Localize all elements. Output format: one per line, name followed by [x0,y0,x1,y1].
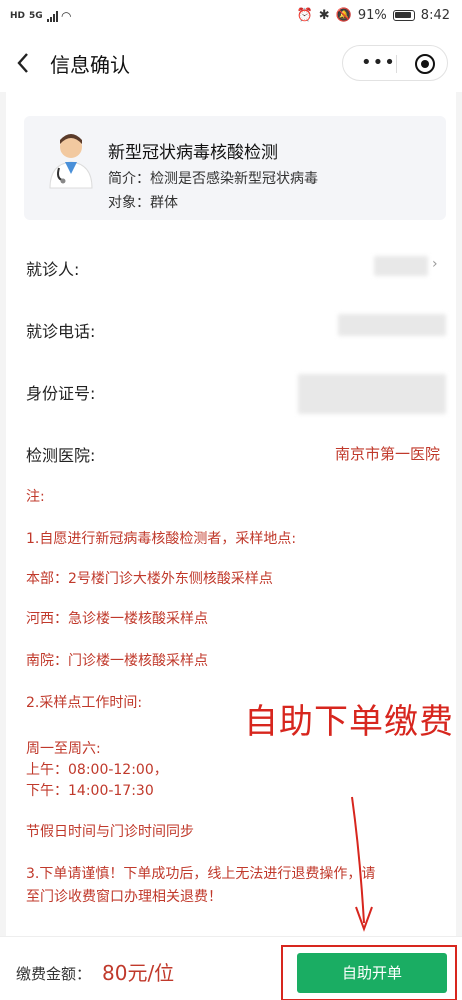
annotation-text: 自助下单缴费 [244,702,454,742]
wifi-icon: ◠ [61,9,71,23]
note-line: 1.自愿进行新冠病毒核酸检测者，采样地点: [26,531,297,547]
status-right: ⏰ ✱ 🔕 91% 8:42 [297,8,450,23]
test-target: 对象：群体 [108,195,178,211]
back-button[interactable] [16,52,34,74]
chevron-left-icon [17,53,28,73]
test-info-card: 新型冠状病毒核酸检测 简介：检测是否感染新型冠状病毒 对象：群体 [24,116,446,220]
battery-percent: 91% [357,8,387,23]
more-dots-icon[interactable]: ••• [361,54,396,72]
signal-icon [46,10,58,22]
fee-value: 80元/位 [102,961,175,985]
capsule-divider [396,55,397,73]
mute-icon: 🔕 [335,8,352,23]
phone-value-redacted [338,314,446,336]
network-indicators: HD 5G ◠ [10,9,71,23]
test-name: 新型冠状病毒核酸检测 [108,143,278,163]
bluetooth-icon: ✱ [318,8,330,23]
test-description: 简介：检测是否感染新型冠状病毒 [108,171,318,187]
patient-label: 就诊人: [26,260,80,279]
note-line: 本部：2号楼门诊大楼外东侧核酸采样点 [26,571,273,587]
id-value-redacted [298,374,446,414]
note-line: 上午：08:00-12:00， [26,762,168,778]
note-line: 至门诊收费窗口办理相关退费！ [26,889,222,905]
nav-bar: 信息确认 ••• [0,34,462,92]
fee-label: 缴费金额： [16,965,92,983]
note-line: 河西：急诊楼一楼核酸采样点 [26,611,208,627]
clock: 8:42 [420,8,450,23]
phone-label: 就诊电话: [26,322,96,341]
close-target-icon[interactable] [415,54,435,74]
alarm-icon: ⏰ [296,8,313,23]
note-header: 注: [26,489,45,505]
hospital-value: 南京市第一医院 [334,445,440,463]
patient-value-redacted[interactable] [374,256,428,276]
bottom-bar: 缴费金额： 80元/位 自助开单 [0,936,462,1000]
page-title: 信息确认 [50,53,130,77]
note-line: 节假日时间与门诊时间同步 [26,824,194,840]
note-line: 3.下单请谨慎！下单成功后，线上无法进行退费操作，请 [26,866,376,882]
chevron-right-icon[interactable]: › [432,256,438,272]
submit-order-button[interactable]: 自助开单 [297,953,447,993]
annotation-arrow-icon [351,796,373,932]
status-bar: HD 5G ◠ ⏰ ✱ 🔕 91% 8:42 [0,0,462,34]
battery-icon [392,10,415,21]
note-line: 下午：14:00-17:30 [26,783,154,799]
id-number-label: 身份证号: [26,384,96,403]
note-line: 2.采样点工作时间: [26,695,143,711]
note-line: 周一至周六: [26,741,101,757]
miniprogram-capsule: ••• [342,45,448,81]
hd-badge: HD [10,11,26,21]
5g-badge: 5G [29,11,43,21]
doctor-icon [49,134,93,189]
note-line: 南院：门诊楼一楼核酸采样点 [26,653,208,669]
hospital-label: 检测医院: [26,446,96,465]
